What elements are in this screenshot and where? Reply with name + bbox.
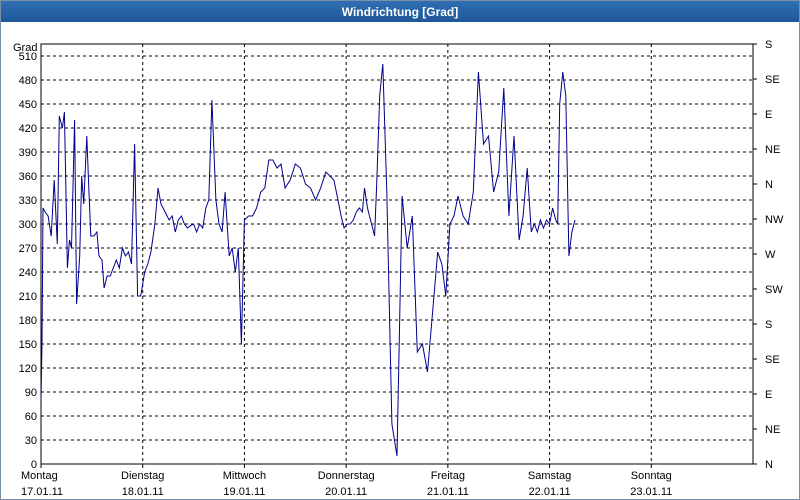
y-tick-label: 360: [19, 171, 37, 183]
x-tick-date: 19.01.11: [223, 486, 265, 498]
y-tick-label: 240: [19, 267, 37, 279]
y-tick-label: 390: [19, 147, 37, 159]
right-axis-ticks: N NE E SE S SW W NW N NE E SE S: [753, 39, 784, 471]
x-axis-ticks: Montag 17.01.11 Dienstag 18.01.11 Mittwoch 19…: [21, 464, 672, 498]
right-tick-label: SE: [765, 74, 780, 86]
x-tick-day: Samstag: [528, 470, 571, 482]
x-tick-date: 17.01.11: [21, 486, 63, 498]
y-tick-label: 180: [19, 315, 37, 327]
right-tick-label: W: [765, 249, 776, 261]
x-tick-day: Montag: [21, 470, 58, 482]
x-tick-date: 20.01.11: [325, 486, 367, 498]
x-tick-day: Donnerstag: [318, 470, 375, 482]
y-tick-label: 150: [19, 339, 37, 351]
x-tick-date: 18.01.11: [122, 486, 164, 498]
x-tick-day: Sonntag: [631, 470, 672, 482]
y-axis-label: Grad: [13, 42, 37, 54]
y-tick-label: 300: [19, 219, 37, 231]
x-tick-day: Mittwoch: [223, 470, 266, 482]
right-tick-label: S: [765, 319, 772, 331]
right-tick-label: N: [765, 459, 773, 471]
right-tick-label: NW: [765, 214, 784, 226]
right-tick-label: E: [765, 109, 772, 121]
plot-area: [40, 43, 754, 465]
chart-window: Windrichtung [Grad] 0 30 60 90 120 150 180 210 2…: [0, 0, 800, 500]
x-tick-date: 23.01.11: [630, 486, 672, 498]
wind-direction-chart: 0306090120150180210240270300330360390420…: [13, 39, 784, 498]
right-tick-label: NE: [765, 144, 780, 156]
x-tick-date: 22.01.11: [529, 486, 571, 498]
right-tick-label: SE: [765, 354, 780, 366]
y-tick-label: 420: [19, 123, 37, 135]
window-title: Windrichtung [Grad]: [1, 1, 799, 22]
y-tick-label: 60: [25, 411, 37, 423]
y-tick-label: 270: [19, 243, 37, 255]
y-tick-label: 30: [25, 435, 37, 447]
right-tick-label: SW: [765, 284, 783, 296]
right-tick-label: S: [765, 39, 772, 51]
y-tick-label: 120: [19, 363, 37, 375]
y-tick-label: 210: [19, 291, 37, 303]
right-tick-label: N: [765, 179, 773, 191]
x-tick-date: 21.01.11: [427, 486, 469, 498]
y-tick-label: 330: [19, 195, 37, 207]
y-tick-label: 480: [19, 75, 37, 87]
right-tick-label: E: [765, 389, 772, 401]
y-axis-ticks: 0306090120150180210240270300330360390420…: [19, 51, 37, 471]
y-tick-label: 90: [25, 387, 37, 399]
x-tick-day: Freitag: [431, 470, 465, 482]
x-tick-day: Dienstag: [121, 470, 164, 482]
y-tick-label: 450: [19, 99, 37, 111]
right-tick-label: NE: [765, 424, 780, 436]
